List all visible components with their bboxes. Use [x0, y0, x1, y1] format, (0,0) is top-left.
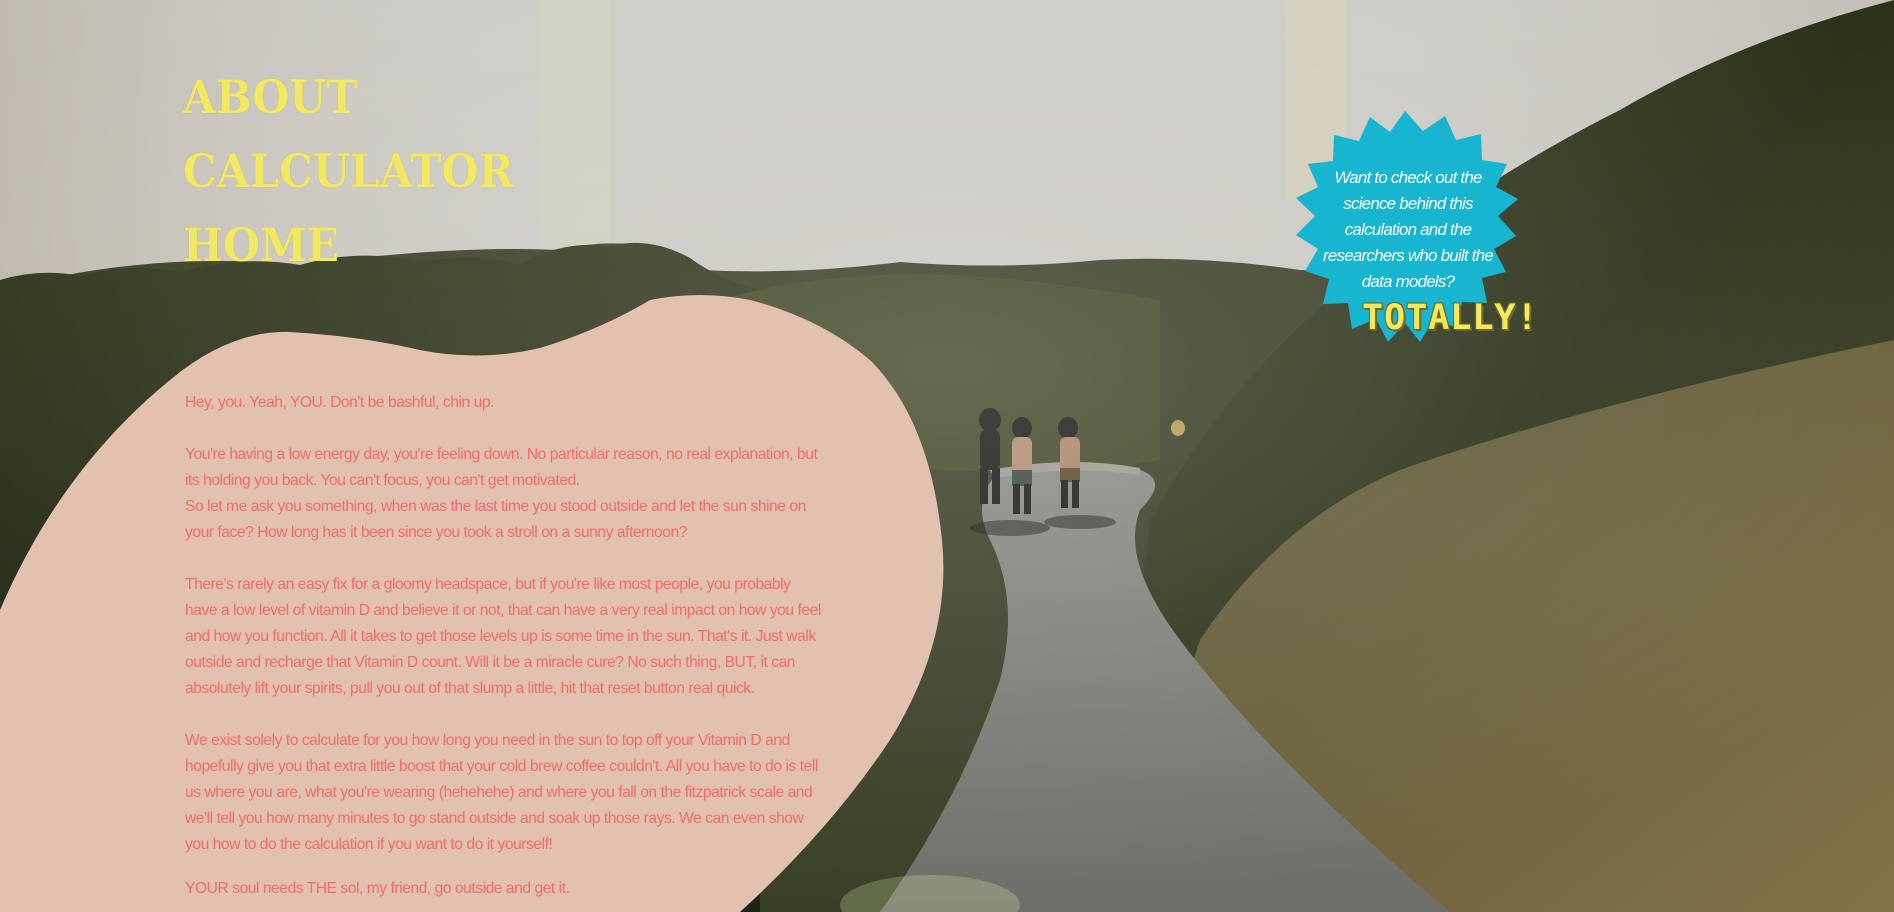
intro-paragraph-greeting: Hey, you. Yeah, YOU. Don't be bashful, c…: [185, 394, 494, 411]
totally-button[interactable]: TOTALLY!: [1362, 298, 1539, 338]
intro-copy: Hey, you. Yeah, YOU. Don't be bashful, c…: [185, 390, 825, 902]
nav-link-home[interactable]: HOME: [183, 208, 514, 282]
intro-paragraph-signoff: YOUR soul needs THE sol, my friend, go o…: [185, 880, 570, 897]
intro-paragraph-mission: We exist solely to calculate for you how…: [185, 732, 818, 853]
main-nav: ABOUT CALCULATOR HOME: [183, 60, 542, 282]
nav-link-calculator[interactable]: CALCULATOR: [183, 134, 514, 208]
nav-link-about[interactable]: ABOUT: [183, 60, 514, 134]
callout-text: Want to check out the science behind thi…: [1323, 168, 1494, 291]
science-callout: Want to check out the science behind thi…: [1268, 108, 1548, 380]
intro-paragraph-low-energy: You're having a low energy day, you're f…: [185, 446, 818, 489]
intro-paragraph-vitamin-d: There's rarely an easy fix for a gloomy …: [185, 576, 821, 697]
intro-paragraph-question: So let me ask you something, when was th…: [185, 498, 806, 541]
